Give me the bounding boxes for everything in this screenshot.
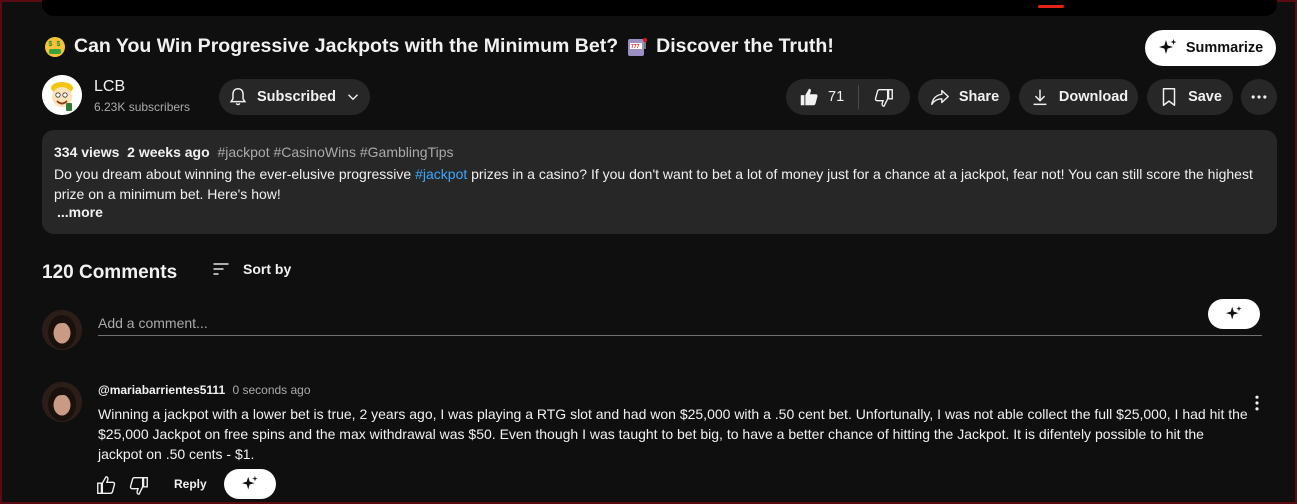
video-player-bottom[interactable]: [42, 0, 1277, 16]
channel-logo-icon: [42, 75, 82, 115]
thumbs-up-icon: [800, 88, 818, 106]
comment-like-button[interactable]: [94, 473, 118, 497]
svg-text:$: $: [57, 41, 61, 48]
show-more-link[interactable]: ...more: [57, 204, 103, 220]
user-portrait-icon: [42, 310, 82, 350]
jackpot-hashtag-link[interactable]: #jackpot: [415, 166, 467, 182]
commenter-avatar[interactable]: [42, 382, 82, 422]
share-label: Share: [958, 89, 1000, 105]
download-icon: [1033, 89, 1047, 106]
sparkle-icon: [1225, 305, 1242, 320]
video-title: $ $ Can You Win Progressive Jackpots wit…: [44, 35, 834, 58]
sort-by-button[interactable]: Sort by: [211, 259, 291, 279]
video-title-text: Can You Win Progressive Jackpots with th…: [74, 35, 619, 57]
player-progress-marker: [1038, 5, 1064, 8]
save-label: Save: [1188, 89, 1222, 105]
like-count: 71: [828, 89, 845, 105]
thumbs-down-icon: [874, 88, 894, 107]
subscribed-button[interactable]: Subscribed: [219, 79, 370, 115]
like-dislike-group: 71: [786, 79, 910, 115]
more-actions-button[interactable]: [1241, 79, 1277, 115]
money-mouth-face-icon: $ $: [45, 36, 65, 57]
description-meta: 334 views 2 weeks ago #jackpot #CasinoWi…: [54, 144, 453, 160]
comment-timestamp[interactable]: 0 seconds ago: [232, 383, 310, 397]
add-comment-input[interactable]: Add a comment...: [98, 311, 1262, 336]
summarize-label: Summarize: [1185, 40, 1264, 56]
download-button[interactable]: Download: [1019, 79, 1138, 115]
subscriber-count: 6.23K subscribers: [94, 100, 191, 114]
user-portrait-icon: [42, 382, 82, 422]
thumbs-up-icon: [97, 476, 116, 494]
comment-author[interactable]: @mariabarrientes5111: [98, 383, 225, 397]
more-vertical-icon: [1255, 395, 1259, 411]
comment-count: 120 Comments: [42, 262, 178, 283]
comment-header: @mariabarrientes5111 0 seconds ago: [98, 383, 311, 397]
channel-avatar[interactable]: [42, 75, 82, 115]
thumbs-down-icon: [129, 476, 148, 495]
summarize-button[interactable]: Summarize: [1145, 30, 1276, 66]
like-button[interactable]: 71: [798, 85, 860, 109]
reply-ai-button[interactable]: [224, 469, 276, 499]
svg-text:777: 777: [631, 44, 640, 50]
comment-ai-button[interactable]: [1208, 299, 1260, 329]
hashtags[interactable]: #jackpot #CasinoWins #GamblingTips: [217, 144, 453, 160]
sparkle-icon: [241, 475, 258, 490]
comment-dislike-button[interactable]: [127, 473, 151, 497]
share-icon: [930, 89, 949, 106]
upload-age: 2 weeks ago: [127, 144, 210, 160]
sparkle-icon: [1158, 39, 1177, 54]
subscribed-label: Subscribed: [257, 89, 336, 105]
more-horizontal-icon: [1251, 95, 1267, 99]
comment-text: Winning a jackpot with a lower bet is tr…: [98, 406, 1248, 462]
slot-machine-icon: 777: [628, 37, 648, 56]
sort-icon: [213, 263, 229, 275]
comment-menu-button[interactable]: [1246, 392, 1268, 414]
view-count: 334 views: [54, 144, 120, 160]
save-button[interactable]: Save: [1147, 79, 1233, 115]
sort-by-label: Sort by: [243, 261, 292, 277]
chevron-down-icon: [348, 94, 358, 101]
share-button[interactable]: Share: [918, 79, 1010, 115]
download-label: Download: [1058, 89, 1129, 105]
video-title-suffix: Discover the Truth!: [656, 35, 834, 57]
bell-icon: [229, 88, 247, 106]
bookmark-icon: [1162, 88, 1176, 106]
channel-name[interactable]: LCB: [94, 78, 125, 96]
description-text: Do you dream about winning the ever-elus…: [54, 164, 1254, 204]
reply-button[interactable]: Reply: [174, 477, 207, 491]
description-text-start: Do you dream about winning the ever-elus…: [54, 166, 412, 182]
svg-text:$: $: [49, 41, 53, 48]
description-box[interactable]: 334 views 2 weeks ago #jackpot #CasinoWi…: [42, 130, 1277, 234]
user-avatar: [42, 310, 82, 350]
dislike-button[interactable]: [859, 86, 895, 108]
